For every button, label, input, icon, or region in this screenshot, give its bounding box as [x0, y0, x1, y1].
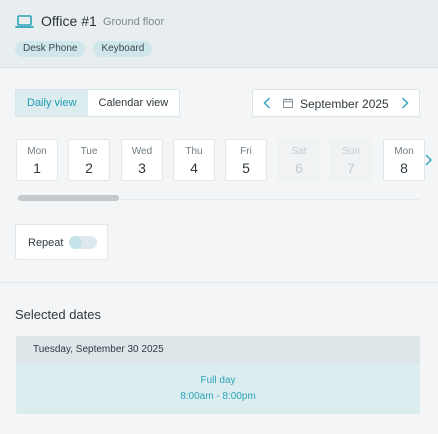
- day-date: 1: [33, 160, 41, 176]
- header: Office #1 Ground floor Desk Phone Keyboa…: [0, 0, 438, 68]
- days-scroll-next-button[interactable]: [421, 150, 435, 170]
- selected-dates-title: Selected dates: [15, 307, 102, 322]
- repeat-option: Repeat: [15, 224, 108, 260]
- day-cell-disabled: Sat 6: [278, 139, 320, 181]
- day-cell[interactable]: Mon 1: [16, 139, 58, 181]
- calendar-icon: [283, 98, 293, 108]
- chevron-left-icon: [263, 97, 271, 109]
- month-navigator: September 2025: [252, 89, 420, 117]
- day-date: 3: [138, 160, 146, 176]
- day-date: 6: [295, 160, 303, 176]
- day-name: Wed: [131, 146, 153, 157]
- repeat-toggle[interactable]: [69, 236, 97, 249]
- calendar-view-button[interactable]: Calendar view: [87, 90, 180, 116]
- tag-desk-phone: Desk Phone: [15, 41, 86, 57]
- amenity-tags: Desk Phone Keyboard: [15, 41, 153, 57]
- tag-keyboard: Keyboard: [93, 41, 153, 57]
- divider: [0, 282, 438, 283]
- selected-slot[interactable]: Full day 8:00am - 8:00pm: [16, 364, 420, 414]
- day-cell[interactable]: Tue 2: [68, 139, 110, 181]
- next-month-button[interactable]: [393, 90, 417, 116]
- day-cell[interactable]: Fri 5: [225, 139, 267, 181]
- day-name: Mon: [394, 146, 414, 157]
- day-date: 5: [242, 160, 250, 176]
- day-cell[interactable]: Wed 3: [121, 139, 163, 181]
- daily-view-button[interactable]: Daily view: [16, 90, 88, 116]
- view-toggle: Daily view Calendar view: [15, 89, 181, 117]
- day-name: Sat: [291, 146, 307, 157]
- day-name: Mon: [27, 146, 47, 157]
- month-label: September 2025: [300, 97, 389, 111]
- day-cell[interactable]: Mon 8: [383, 139, 425, 181]
- day-name: Fri: [240, 146, 252, 157]
- page-title: Office #1: [41, 13, 97, 29]
- slot-type: Full day: [200, 375, 236, 386]
- toggle-knob: [69, 236, 82, 249]
- prev-month-button[interactable]: [255, 90, 279, 116]
- selected-date-label: Tuesday, September 30 2025: [16, 336, 420, 364]
- day-date: 7: [347, 160, 355, 176]
- chevron-right-icon: [425, 154, 432, 166]
- selected-date-card: Tuesday, September 30 2025 Full day 8:00…: [16, 336, 420, 414]
- page-subtitle: Ground floor: [103, 16, 165, 28]
- repeat-label: Repeat: [28, 237, 64, 249]
- day-name: Thu: [185, 146, 203, 157]
- chevron-right-icon: [401, 97, 409, 109]
- day-cell[interactable]: Thu 4: [173, 139, 215, 181]
- day-date: 4: [190, 160, 198, 176]
- day-name: Sun: [342, 146, 360, 157]
- day-strip-scrollbar[interactable]: [18, 195, 119, 201]
- slot-time: 8:00am - 8:00pm: [180, 391, 256, 402]
- day-name: Tue: [80, 146, 98, 157]
- day-date: 2: [85, 160, 93, 176]
- laptop-icon: [15, 15, 34, 28]
- day-cell-disabled: Sun 7: [330, 139, 372, 181]
- day-date: 8: [400, 160, 408, 176]
